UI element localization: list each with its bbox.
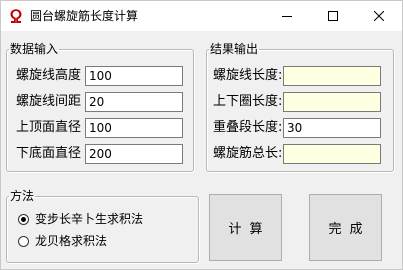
method-option-romberg-label: 龙贝格求积法 (35, 234, 108, 248)
close-button[interactable] (356, 1, 402, 31)
result-output-group-title: 结果输出 (210, 42, 259, 56)
window-title: 圆台螺旋筋长度计算 (30, 9, 139, 23)
calculate-button[interactable]: 计算 (209, 194, 282, 261)
maximize-button[interactable] (310, 1, 356, 31)
radio-unselected-icon[interactable] (18, 235, 29, 247)
total-length-output[interactable] (283, 144, 381, 164)
method-option-romberg[interactable]: 龙贝格求积法 (18, 234, 107, 248)
helix-length-label: 螺旋线长度: (213, 68, 283, 83)
overlap-length-label: 重叠段长度: (213, 120, 283, 135)
total-length-label: 螺旋筋总长: (213, 146, 283, 161)
done-button[interactable]: 完成 (309, 194, 382, 261)
app-window: 圆台螺旋筋长度计算 数据输入 螺旋线高度 螺旋线间距 上顶面直径 下底面直径 (0, 0, 403, 270)
helix-length-output[interactable] (283, 66, 381, 86)
data-input-group-title: 数据输入 (10, 42, 59, 56)
top-diameter-input[interactable] (85, 118, 183, 138)
helix-pitch-label: 螺旋线间距 (16, 94, 82, 109)
close-icon (374, 11, 384, 21)
helix-height-input[interactable] (85, 66, 183, 86)
helix-height-label: 螺旋线高度 (16, 68, 82, 83)
helix-pitch-input[interactable] (85, 92, 183, 112)
minimize-icon (282, 16, 292, 17)
maximize-icon (328, 11, 338, 21)
minimize-button[interactable] (264, 1, 310, 31)
bottom-diameter-label: 下底面直径 (16, 146, 82, 161)
ring-length-output[interactable] (283, 92, 381, 112)
radio-selected-icon[interactable] (18, 213, 29, 225)
overlap-length-input[interactable] (283, 118, 381, 138)
bottom-diameter-input[interactable] (85, 144, 183, 164)
top-diameter-label: 上顶面直径 (16, 120, 82, 135)
method-group-title: 方法 (10, 189, 35, 203)
title-bar[interactable]: 圆台螺旋筋长度计算 (1, 1, 402, 31)
method-group: 方法 (6, 189, 199, 263)
red-omega-logo-icon (10, 9, 22, 23)
ring-length-label: 上下圈长度: (213, 94, 283, 109)
method-option-simpson-label: 变步长辛卜生求积法 (35, 212, 144, 226)
method-option-simpson[interactable]: 变步长辛卜生求积法 (18, 212, 143, 226)
